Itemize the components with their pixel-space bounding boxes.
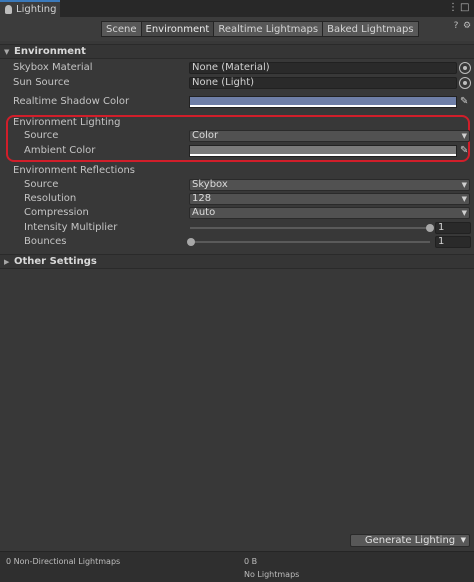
reflection-source-label: Source: [24, 179, 59, 190]
chevron-down-icon: ▼: [461, 132, 467, 140]
realtime-shadow-color-swatch[interactable]: [189, 96, 457, 108]
lighting-tabs: Scene Environment Realtime Lightmaps Bak…: [101, 21, 419, 37]
lighting-source-value: Color: [192, 130, 219, 141]
skybox-material-field[interactable]: None (Material): [189, 62, 457, 74]
eyedropper-icon[interactable]: ✎: [460, 96, 471, 108]
chevron-down-icon: ▼: [461, 209, 467, 217]
realtime-shadow-color-label: Realtime Shadow Color: [13, 96, 130, 107]
compression-label: Compression: [24, 207, 89, 218]
chevron-right-icon[interactable]: ▶: [4, 258, 14, 266]
row-skybox-material: Skybox Material None (Material): [0, 61, 474, 75]
tab-scene[interactable]: Scene: [101, 21, 141, 37]
lightmap-status-text: No Lightmaps: [244, 570, 300, 579]
lightmap-size-text: 0 B: [244, 557, 258, 566]
object-picker-icon[interactable]: [459, 62, 471, 74]
intensity-slider-track[interactable]: [190, 227, 430, 229]
alpha-bar: [190, 105, 456, 107]
tab-baked-lightmaps[interactable]: Baked Lightmaps: [322, 21, 419, 37]
chevron-down-icon: ▼: [461, 195, 467, 203]
tab-environment[interactable]: Environment: [140, 21, 214, 37]
lighting-source-label: Source: [24, 130, 59, 141]
window-titlebar: Lighting ⋮ □: [0, 0, 474, 17]
object-picker-icon[interactable]: [459, 77, 471, 89]
sun-source-label: Sun Source: [13, 77, 70, 88]
resolution-label: Resolution: [24, 193, 77, 204]
intensity-multiplier-input[interactable]: 1: [435, 222, 471, 234]
resolution-dropdown[interactable]: 128 ▼: [189, 193, 470, 205]
row-bounces: Bounces 1: [0, 235, 474, 249]
chevron-down-icon[interactable]: ▼: [4, 48, 14, 56]
row-environment-reflections-header: Environment Reflections: [0, 164, 474, 178]
toolbar: Scene Environment Realtime Lightmaps Bak…: [0, 17, 474, 41]
row-ambient-color: Ambient Color ✎: [0, 144, 474, 158]
generate-lighting-button[interactable]: Generate Lighting ▼: [350, 534, 470, 547]
compression-dropdown[interactable]: Auto ▼: [189, 207, 470, 219]
eyedropper-icon[interactable]: ✎: [460, 145, 471, 157]
window-tab-lighting[interactable]: Lighting: [0, 0, 60, 17]
section-environment[interactable]: ▼ Environment: [0, 44, 474, 59]
alpha-bar: [190, 154, 456, 156]
ambient-color-label: Ambient Color: [24, 145, 96, 156]
row-compression: Compression Auto ▼: [0, 206, 474, 220]
lightbulb-icon: [5, 5, 12, 14]
generate-lighting-label: Generate Lighting: [364, 535, 456, 546]
row-reflection-source: Source Skybox ▼: [0, 178, 474, 192]
environment-reflections-title: Environment Reflections: [13, 165, 135, 176]
row-intensity-multiplier: Intensity Multiplier 1: [0, 221, 474, 235]
section-other-settings-title: Other Settings: [14, 256, 97, 267]
row-realtime-shadow-color: Realtime Shadow Color ✎: [0, 95, 474, 109]
help-icon[interactable]: ?: [451, 21, 461, 31]
maximize-icon[interactable]: □: [460, 2, 469, 13]
resolution-value: 128: [192, 193, 212, 204]
reflection-source-dropdown[interactable]: Skybox ▼: [189, 179, 470, 191]
ambient-color-swatch[interactable]: [189, 145, 457, 157]
reflection-source-value: Skybox: [192, 179, 228, 190]
chevron-down-icon[interactable]: ▼: [461, 535, 466, 546]
compression-value: Auto: [192, 207, 216, 218]
bounces-slider-track[interactable]: [190, 241, 430, 243]
lightmap-stats-footer: 0 Non-Directional Lightmaps 0 B No Light…: [0, 551, 474, 582]
row-sun-source: Sun Source None (Light): [0, 76, 474, 90]
bounces-slider-thumb[interactable]: [187, 238, 195, 246]
section-other-settings[interactable]: ▶ Other Settings: [0, 254, 474, 269]
bounces-label: Bounces: [24, 236, 67, 247]
section-environment-title: Environment: [14, 46, 86, 57]
row-environment-lighting-header: Environment Lighting: [0, 116, 474, 130]
row-resolution: Resolution 128 ▼: [0, 192, 474, 206]
row-lighting-source: Source Color ▼: [0, 129, 474, 143]
sun-source-field[interactable]: None (Light): [189, 77, 457, 89]
lightmap-count-text: 0 Non-Directional Lightmaps: [6, 557, 121, 566]
lighting-source-dropdown[interactable]: Color ▼: [189, 130, 470, 142]
environment-lighting-title: Environment Lighting: [13, 117, 121, 128]
intensity-slider-thumb[interactable]: [426, 224, 434, 232]
skybox-material-label: Skybox Material: [13, 62, 93, 73]
window-tab-title: Lighting: [16, 4, 57, 15]
tab-realtime-lightmaps[interactable]: Realtime Lightmaps: [213, 21, 323, 37]
bounces-input[interactable]: 1: [435, 236, 471, 248]
intensity-multiplier-label: Intensity Multiplier: [24, 222, 118, 233]
more-options-icon[interactable]: ⋮: [448, 2, 458, 13]
chevron-down-icon: ▼: [461, 181, 467, 189]
settings-icon[interactable]: ⚙: [462, 21, 472, 31]
